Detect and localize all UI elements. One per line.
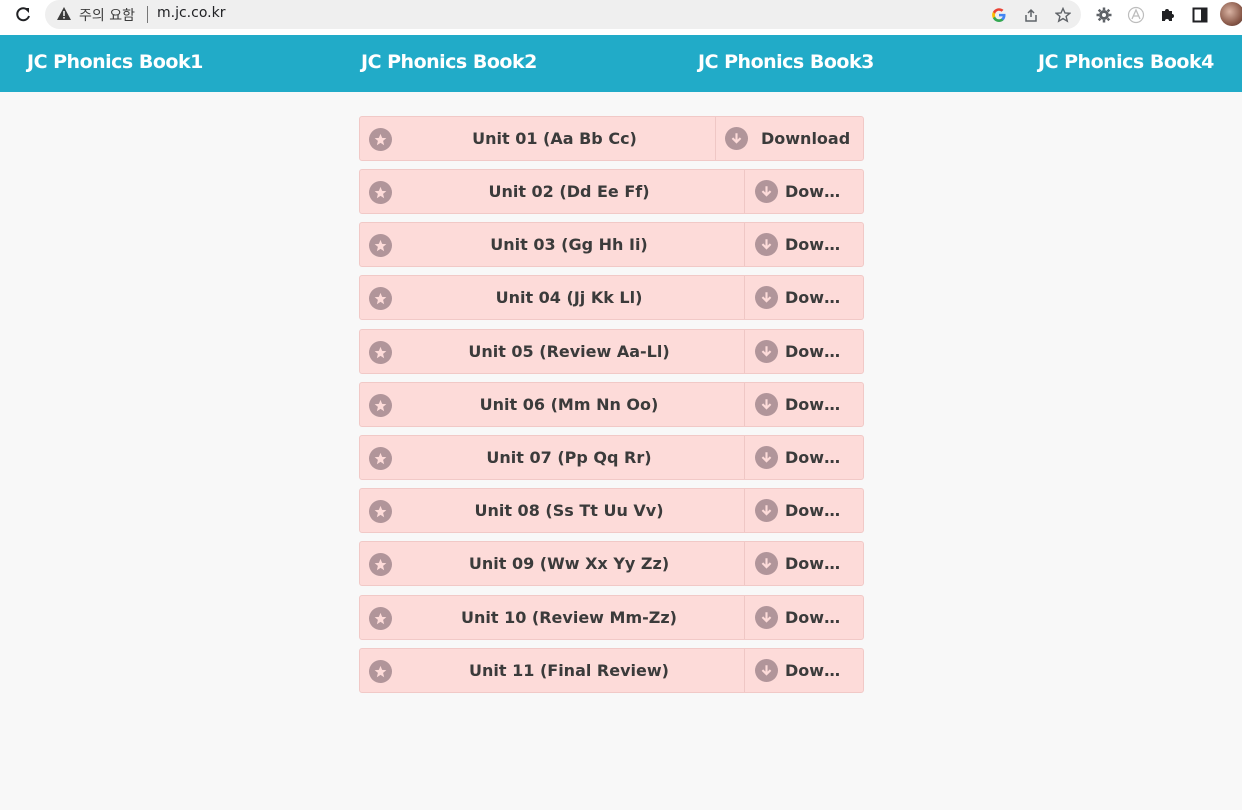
download-button[interactable]: Downl… [744,542,863,585]
download-button[interactable]: Downl… [744,383,863,426]
download-icon [755,393,778,416]
download-button[interactable]: Downl… [744,330,863,373]
unit-row[interactable]: Unit 01 (Aa Bb Cc) Download [359,116,864,161]
star-icon[interactable] [369,181,392,204]
unit-row[interactable]: Unit 06 (Mm Nn Oo) Downl… [359,382,864,427]
download-button[interactable]: Downl… [744,170,863,213]
download-label: Download [761,129,851,148]
star-icon[interactable] [369,341,392,364]
download-label: Downl… [785,608,847,627]
divider [147,6,148,23]
google-icon[interactable] [989,5,1009,25]
puzzle-icon[interactable] [1156,3,1180,27]
download-icon [755,233,778,256]
unit-title[interactable]: Unit 10 (Review Mm-Zz) [392,596,746,639]
download-icon [755,499,778,522]
unit-row[interactable]: Unit 11 (Final Review) Downl… [359,648,864,693]
star-icon[interactable] [369,234,392,257]
unit-row[interactable]: Unit 10 (Review Mm-Zz) Downl… [359,595,864,640]
download-icon [755,180,778,203]
reload-icon[interactable] [12,4,34,26]
unit-title[interactable]: Unit 07 (Pp Qq Rr) [392,436,746,479]
security-label: 주의 요함 [79,8,135,24]
download-button[interactable]: Downl… [744,276,863,319]
download-label: Downl… [785,661,847,680]
download-icon [755,659,778,682]
unit-title[interactable]: Unit 03 (Gg Hh Ii) [392,223,746,266]
address-bar[interactable]: 주의 요함 m.jc.co.kr [45,0,1081,29]
extension-gear-icon[interactable] [1092,3,1116,27]
bookmark-star-icon[interactable] [1053,5,1073,25]
unit-title[interactable]: Unit 11 (Final Review) [392,649,746,692]
book-navbar: JC Phonics Book1 JC Phonics Book2 JC Pho… [0,35,1242,92]
star-icon[interactable] [369,607,392,630]
unit-row[interactable]: Unit 04 (Jj Kk Ll) Downl… [359,275,864,320]
unit-title[interactable]: Unit 06 (Mm Nn Oo) [392,383,746,426]
nav-book3[interactable]: JC Phonics Book3 [698,51,874,73]
unit-title[interactable]: Unit 02 (Dd Ee Ff) [392,170,746,213]
side-panel-icon[interactable] [1188,3,1212,27]
warning-icon [56,6,72,25]
star-icon[interactable] [369,394,392,417]
unit-title[interactable]: Unit 05 (Review Aa-Ll) [392,330,746,373]
download-label: Downl… [785,554,847,573]
download-button[interactable]: Download [715,117,863,160]
star-icon[interactable] [369,660,392,683]
download-button[interactable]: Downl… [744,489,863,532]
unit-title[interactable]: Unit 09 (Ww Xx Yy Zz) [392,542,746,585]
download-button[interactable]: Downl… [744,649,863,692]
unit-row[interactable]: Unit 08 (Ss Tt Uu Vv) Downl… [359,488,864,533]
star-icon[interactable] [369,287,392,310]
download-label: Downl… [785,501,847,520]
unit-title[interactable]: Unit 04 (Jj Kk Ll) [392,276,746,319]
nav-book4[interactable]: JC Phonics Book4 [1038,51,1214,73]
nav-book1[interactable]: JC Phonics Book1 [27,51,203,73]
unit-title[interactable]: Unit 08 (Ss Tt Uu Vv) [392,489,746,532]
download-label: Downl… [785,235,847,254]
download-button[interactable]: Downl… [744,223,863,266]
download-icon [755,552,778,575]
download-icon [725,127,748,150]
unit-title[interactable]: Unit 01 (Aa Bb Cc) [392,117,717,160]
download-icon [755,606,778,629]
download-button[interactable]: Downl… [744,596,863,639]
download-icon [755,340,778,363]
nav-book2[interactable]: JC Phonics Book2 [361,51,537,73]
download-label: Downl… [785,395,847,414]
unit-row[interactable]: Unit 07 (Pp Qq Rr) Downl… [359,435,864,480]
download-icon [755,446,778,469]
unit-row[interactable]: Unit 05 (Review Aa-Ll) Downl… [359,329,864,374]
download-label: Downl… [785,288,847,307]
unit-row[interactable]: Unit 09 (Ww Xx Yy Zz) Downl… [359,541,864,586]
unit-row[interactable]: Unit 02 (Dd Ee Ff) Downl… [359,169,864,214]
download-label: Downl… [785,182,847,201]
browser-toolbar: 주의 요함 m.jc.co.kr [0,0,1242,35]
url-text[interactable]: m.jc.co.kr [157,5,225,21]
profile-avatar[interactable] [1220,2,1242,26]
star-icon[interactable] [369,128,392,151]
star-icon[interactable] [369,553,392,576]
download-label: Downl… [785,342,847,361]
share-icon[interactable] [1021,5,1041,25]
download-button[interactable]: Downl… [744,436,863,479]
download-label: Downl… [785,448,847,467]
star-icon[interactable] [369,500,392,523]
translate-extension-icon[interactable] [1124,3,1148,27]
unit-row[interactable]: Unit 03 (Gg Hh Ii) Downl… [359,222,864,267]
download-icon [755,286,778,309]
star-icon[interactable] [369,447,392,470]
